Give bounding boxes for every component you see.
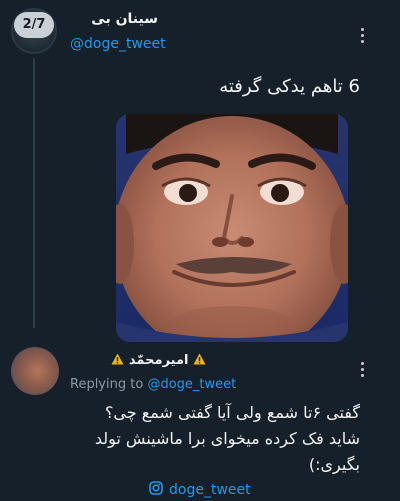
tweet-photo[interactable] [116, 114, 348, 342]
reply-author-avatar[interactable] [11, 347, 59, 395]
more-vertical-icon[interactable] [359, 362, 365, 377]
tweet-thread-screenshot: 2/7 سینان بی @doge_tweet 6 تاهم یدکی گرف… [0, 0, 400, 501]
reply-text-line: گفتی ۶تا شمع ولی آیا گفتی شمع چی؟ [104, 403, 360, 422]
replying-to: Replying to @doge_tweet [70, 377, 236, 392]
reply-author-name-text: امیرمحمّد [128, 353, 189, 368]
tweet-author-handle[interactable]: @doge_tweet [70, 36, 166, 52]
warning-icon [111, 353, 129, 368]
instagram-credit[interactable]: doge_tweet [149, 481, 251, 499]
instagram-icon [149, 481, 163, 499]
tweet-text: 6 تاهم یدکی گرفته [219, 76, 360, 97]
more-vertical-icon[interactable] [359, 28, 365, 43]
instagram-handle: doge_tweet [169, 482, 251, 498]
thread-counter-badge: 2/7 [14, 12, 54, 38]
reply-text-line: بگیری:) [308, 455, 360, 474]
reply-text: گفتی ۶تا شمع ولی آیا گفتی شمع چی؟ شاید ف… [60, 400, 360, 478]
replying-to-handle[interactable]: @doge_tweet [147, 377, 236, 392]
thread-connector-line [33, 58, 35, 328]
reply-author-name[interactable]: امیرمحمّد [111, 353, 206, 368]
reply-text-line: شاید فک کرده میخوای برا ماشینش تولد [94, 429, 360, 448]
warning-icon [188, 353, 206, 368]
tweet-author-name[interactable]: سینان بی [91, 11, 158, 27]
replying-to-prefix: Replying to [70, 377, 144, 392]
